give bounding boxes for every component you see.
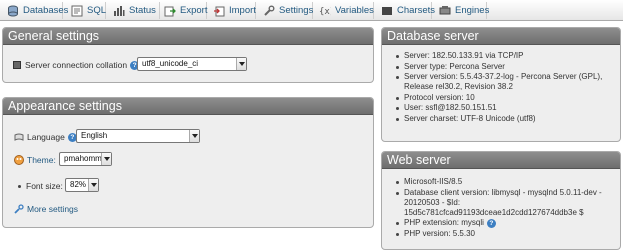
- tab-label: Databases: [23, 5, 69, 16]
- tab-label: Engines: [455, 5, 490, 16]
- help-icon[interactable]: ?: [486, 219, 496, 228]
- tab-sql[interactable]: SQL: [68, 2, 106, 19]
- tab-label: Export: [180, 5, 208, 16]
- list-item: Server version: 5.5.43-37.2-log - Percon…: [395, 72, 617, 92]
- tab-import[interactable]: Import: [210, 2, 256, 19]
- list-item: Microsoft-IIS/8.5: [395, 177, 617, 187]
- font-size-select[interactable]: 82%: [65, 178, 99, 192]
- tab-label: Status: [129, 5, 156, 16]
- collation-icon: [13, 61, 21, 69]
- chevron-down-icon: [189, 130, 199, 142]
- tab-label: Variables: [335, 5, 374, 16]
- language-icon: [14, 133, 24, 141]
- appearance-settings-panel: Appearance settings Language ? English T…: [2, 97, 374, 228]
- list-item: PHP version: 5.5.30: [395, 229, 617, 239]
- charsets-icon: [381, 5, 393, 17]
- wrench-icon: [14, 204, 24, 214]
- language-value: English: [81, 131, 108, 140]
- panel-divider: [382, 44, 620, 45]
- top-menubar: Databases SQL Status Export Import Setti…: [0, 0, 623, 21]
- tab-variables[interactable]: {x} Variables: [316, 2, 374, 19]
- theme-icon: [14, 155, 24, 165]
- list-item: Database client version: libmysql - mysq…: [395, 188, 617, 218]
- collation-label: Server connection collation: [25, 60, 128, 70]
- variables-icon: {x}: [319, 5, 335, 17]
- list-item: PHP extension: mysqli?: [395, 218, 617, 228]
- panel-divider: [3, 44, 373, 45]
- tab-label: SQL: [87, 5, 107, 16]
- panel-title: Appearance settings: [3, 98, 373, 114]
- tab-label: Charsets: [397, 5, 436, 16]
- list-item: Server charset: UTF-8 Unicode (utf8): [395, 114, 617, 124]
- general-settings-panel: General settings Server connection colla…: [2, 27, 374, 83]
- theme-select[interactable]: pmahomme: [59, 152, 112, 166]
- collation-select[interactable]: utf8_unicode_ci: [137, 57, 247, 71]
- tab-settings[interactable]: Settings: [260, 2, 313, 19]
- database-server-list: Server: 182.50.133.91 via TCP/IP Server …: [395, 51, 617, 124]
- theme-row: Theme:: [14, 155, 56, 165]
- list-item: Server type: Percona Server: [395, 62, 617, 72]
- chevron-down-icon: [236, 58, 246, 70]
- theme-value: pmahomme: [64, 154, 107, 163]
- panel-title: General settings: [3, 28, 373, 44]
- tab-label: Settings: [279, 5, 314, 16]
- svg-text:{x}: {x}: [319, 7, 331, 17]
- language-label: Language: [27, 132, 65, 142]
- tab-charsets[interactable]: Charsets: [378, 2, 436, 19]
- list-item: Protocol version: 10: [395, 93, 617, 103]
- sql-icon: [71, 5, 83, 17]
- collation-row: Server connection collation ?: [13, 60, 140, 70]
- list-item: Server: 182.50.133.91 via TCP/IP: [395, 51, 617, 61]
- list-item: User: ssfl@182.50.151.51: [395, 103, 617, 113]
- panel-title: Database server: [382, 28, 620, 44]
- font-size-value: 82%: [70, 180, 87, 189]
- database-icon: [7, 5, 19, 17]
- panel-divider: [3, 114, 373, 115]
- tab-export[interactable]: Export: [161, 2, 207, 19]
- wrench-icon: [263, 5, 275, 17]
- web-server-list: Microsoft-IIS/8.5 Database client versio…: [395, 177, 617, 239]
- theme-label[interactable]: Theme:: [27, 155, 56, 165]
- language-select[interactable]: English: [76, 129, 200, 143]
- chevron-down-icon: [88, 179, 98, 191]
- database-server-panel: Database server Server: 182.50.133.91 vi…: [381, 27, 621, 142]
- tab-databases[interactable]: Databases: [4, 2, 68, 19]
- language-row: Language ?: [14, 132, 77, 142]
- font-size-row: Font size:: [18, 181, 63, 191]
- font-size-label: Font size:: [26, 181, 63, 191]
- php-extension-text: PHP extension: mysqli: [404, 218, 484, 227]
- tab-engines[interactable]: Engines: [436, 2, 490, 19]
- import-icon: [213, 5, 225, 17]
- collation-value: utf8_unicode_ci: [142, 59, 199, 68]
- export-icon: [164, 5, 176, 17]
- tab-label: Import: [229, 5, 256, 16]
- chevron-down-icon: [101, 153, 111, 165]
- engines-icon: [439, 5, 451, 17]
- more-settings-row: More settings: [14, 204, 78, 214]
- panel-divider: [382, 168, 620, 169]
- tab-status[interactable]: Status: [110, 2, 160, 19]
- status-icon: [113, 5, 125, 17]
- bullet-icon: [18, 184, 21, 188]
- web-server-panel: Web server Microsoft-IIS/8.5 Database cl…: [381, 151, 621, 250]
- panel-title: Web server: [382, 152, 620, 168]
- more-settings-link[interactable]: More settings: [27, 204, 78, 214]
